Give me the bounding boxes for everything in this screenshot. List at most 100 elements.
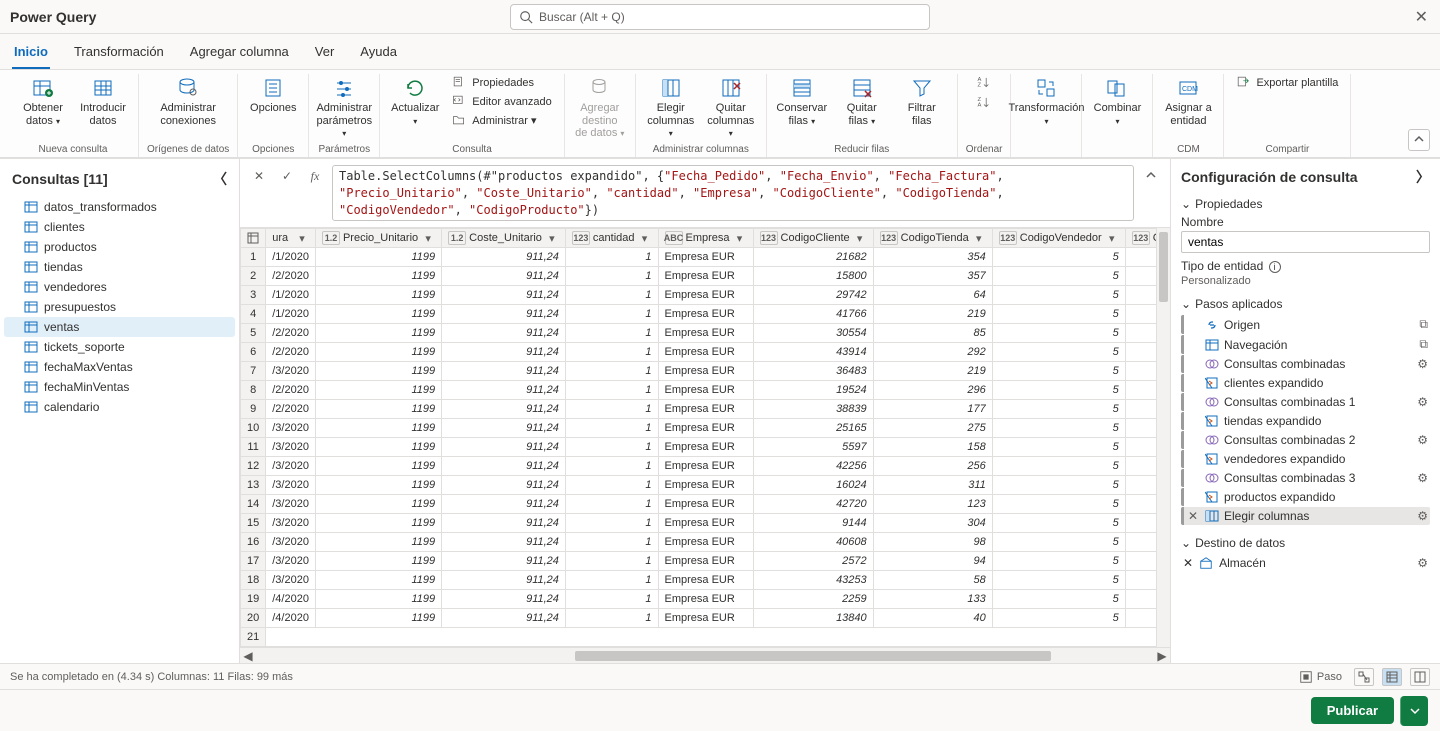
- filter-icon[interactable]: ▾: [853, 231, 867, 245]
- filter-icon[interactable]: ▾: [1105, 231, 1119, 245]
- table-row[interactable]: 16/3/20201199911,241Empresa EUR406089853…: [241, 533, 1157, 552]
- column-header-CodigoProducto[interactable]: 123CodigoProducto▾: [1125, 229, 1156, 248]
- table-row[interactable]: 5/2/20201199911,241Empresa EUR3055485533…: [241, 324, 1157, 343]
- query-item-tiendas[interactable]: tiendas: [4, 257, 235, 277]
- table-row[interactable]: 3/1/20201199911,241Empresa EUR2974264533…: [241, 286, 1157, 305]
- column-header-Precio_Unitario[interactable]: 1.2Precio_Unitario▾: [315, 229, 441, 248]
- settings-expand-icon[interactable]: 〉: [1416, 167, 1430, 187]
- table-row[interactable]: 15/3/20201199911,241Empresa EUR914430453…: [241, 514, 1157, 533]
- tab-ayuda[interactable]: Ayuda: [358, 38, 399, 69]
- column-header-CodigoTienda[interactable]: 123CodigoTienda▾: [873, 229, 992, 248]
- transformación-button[interactable]: Transformación ▾: [1019, 74, 1073, 129]
- step-consultas-combinadas-1[interactable]: Consultas combinadas 1⚙: [1181, 393, 1430, 411]
- row-number[interactable]: 1: [241, 248, 266, 267]
- gear-icon[interactable]: ⚙: [1417, 556, 1428, 570]
- gear-icon[interactable]: ⧉: [1419, 317, 1428, 332]
- filter-icon[interactable]: ▾: [638, 231, 652, 245]
- column-header-partial[interactable]: ura▾: [266, 229, 316, 248]
- row-number[interactable]: 9: [241, 400, 266, 419]
- row-number[interactable]: 10: [241, 419, 266, 438]
- table-row[interactable]: 6/2/20201199911,241Empresa EUR4391429253…: [241, 343, 1157, 362]
- row-number[interactable]: 20: [241, 609, 266, 628]
- query-item-tickets_soporte[interactable]: tickets_soporte: [4, 337, 235, 357]
- vertical-scrollbar[interactable]: [1156, 228, 1170, 647]
- formula-cancel-button[interactable]: ✕: [248, 165, 270, 187]
- search-input[interactable]: Buscar (Alt + Q): [510, 4, 930, 30]
- publish-dropdown-button[interactable]: [1400, 696, 1428, 726]
- quitar-columnas-button[interactable]: Quitar columnas ▾: [704, 74, 758, 142]
- table-row[interactable]: 11/3/20201199911,241Empresa EUR559715853…: [241, 438, 1157, 457]
- formula-accept-button[interactable]: ✓: [276, 165, 298, 187]
- row-number[interactable]: 11: [241, 438, 266, 457]
- corner-cell[interactable]: [241, 229, 266, 248]
- query-name-input[interactable]: [1181, 231, 1430, 253]
- column-header-cantidad[interactable]: 123cantidad▾: [565, 229, 658, 248]
- tab-agregar-columna[interactable]: Agregar columna: [188, 38, 291, 69]
- gear-icon[interactable]: ⚙: [1417, 395, 1428, 409]
- table-row[interactable]: 10/3/20201199911,241Empresa EUR251652755…: [241, 419, 1157, 438]
- table-row[interactable]: 7/3/20201199911,241Empresa EUR3648321953…: [241, 362, 1157, 381]
- column-header-Empresa[interactable]: ABCEmpresa▾: [658, 229, 753, 248]
- filter-icon[interactable]: ▾: [295, 231, 309, 245]
- query-item-clientes[interactable]: clientes: [4, 217, 235, 237]
- close-icon[interactable]: ✕: [1415, 7, 1428, 27]
- table-row[interactable]: 20/4/20201199911,241Empresa EUR138404053…: [241, 609, 1157, 628]
- filter-icon[interactable]: ▾: [733, 231, 747, 245]
- gear-icon[interactable]: ⧉: [1419, 337, 1428, 352]
- table-row[interactable]: 17/3/20201199911,241Empresa EUR257294533…: [241, 552, 1157, 571]
- row-number[interactable]: 17: [241, 552, 266, 571]
- step-consultas-combinadas-3[interactable]: Consultas combinadas 3⚙: [1181, 469, 1430, 487]
- administrar-conexiones-button[interactable]: Administrar conexiones: [161, 74, 215, 129]
- column-header-Coste_Unitario[interactable]: 1.2Coste_Unitario▾: [442, 229, 566, 248]
- tab-inicio[interactable]: Inicio: [12, 38, 50, 69]
- row-number[interactable]: 14: [241, 495, 266, 514]
- fx-icon[interactable]: fx: [304, 165, 326, 187]
- quitar-filas-button[interactable]: Quitar filas ▾: [835, 74, 889, 129]
- query-item-fechaMaxVentas[interactable]: fechaMaxVentas: [4, 357, 235, 377]
- row-number[interactable]: 12: [241, 457, 266, 476]
- step-button[interactable]: Paso: [1295, 668, 1346, 686]
- grid-view-toggle[interactable]: [1382, 668, 1402, 686]
- row-number[interactable]: 6: [241, 343, 266, 362]
- obtener-datos-button[interactable]: Obtener datos ▾: [16, 74, 70, 129]
- horizontal-scrollbar[interactable]: ◀ ▶: [240, 647, 1170, 663]
- tab-transformación[interactable]: Transformación: [72, 38, 166, 69]
- introducir-datos-button[interactable]: Introducir datos: [76, 74, 130, 129]
- step-clientes-expandido[interactable]: clientes expandido: [1181, 374, 1430, 392]
- sort-asc-button[interactable]: AZ: [968, 74, 1000, 92]
- schema-view-toggle[interactable]: [1410, 668, 1430, 686]
- row-number[interactable]: 3: [241, 286, 266, 305]
- step-origen[interactable]: Origen⧉: [1181, 315, 1430, 334]
- editor-avanzado-button[interactable]: Editor avanzado: [448, 93, 556, 111]
- step-elegir-columnas[interactable]: ✕Elegir columnas⚙: [1181, 507, 1430, 525]
- step-vendedores-expandido[interactable]: vendedores expandido: [1181, 450, 1430, 468]
- exportar-plantilla-button[interactable]: Exportar plantilla: [1232, 74, 1342, 92]
- row-number[interactable]: 15: [241, 514, 266, 533]
- table-row[interactable]: 8/2/20201199911,241Empresa EUR1952429653…: [241, 381, 1157, 400]
- combinar-button[interactable]: Combinar ▾: [1090, 74, 1144, 129]
- row-number[interactable]: 19: [241, 590, 266, 609]
- query-item-calendario[interactable]: calendario: [4, 397, 235, 417]
- row-number[interactable]: 21: [241, 628, 266, 647]
- tab-ver[interactable]: Ver: [313, 38, 337, 69]
- info-icon[interactable]: i: [1269, 261, 1281, 273]
- row-number[interactable]: 7: [241, 362, 266, 381]
- diagram-view-toggle[interactable]: [1354, 668, 1374, 686]
- query-item-presupuestos[interactable]: presupuestos: [4, 297, 235, 317]
- table-row[interactable]: 2/2/20201199911,241Empresa EUR1580035753…: [241, 267, 1157, 286]
- gear-icon[interactable]: ⚙: [1417, 357, 1428, 371]
- step-tiendas-expandido[interactable]: tiendas expandido: [1181, 412, 1430, 430]
- queries-collapse-icon[interactable]: 〈: [213, 169, 227, 189]
- destination-remove-icon[interactable]: ✕: [1183, 556, 1193, 570]
- destination-item[interactable]: ✕ Almacén ⚙: [1181, 554, 1430, 572]
- row-number[interactable]: 16: [241, 533, 266, 552]
- filter-icon[interactable]: ▾: [972, 231, 986, 245]
- formula-input[interactable]: Table.SelectColumns(#"productos expandid…: [332, 165, 1134, 221]
- row-number[interactable]: 2: [241, 267, 266, 286]
- opciones-button[interactable]: Opciones: [246, 74, 300, 117]
- table-row[interactable]: 1/1/20201199911,241Empresa EUR2168235453…: [241, 248, 1157, 267]
- row-number[interactable]: 18: [241, 571, 266, 590]
- scroll-left-icon[interactable]: ◀: [240, 649, 256, 663]
- destination-section-toggle[interactable]: ⌄ Destino de datos: [1181, 536, 1430, 550]
- row-number[interactable]: 8: [241, 381, 266, 400]
